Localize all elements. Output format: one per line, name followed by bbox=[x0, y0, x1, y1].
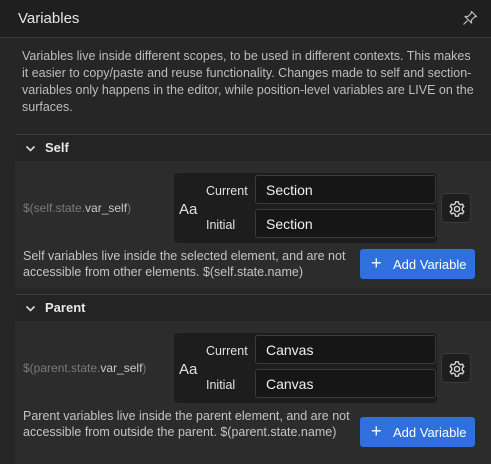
self-section: Self $(self.state.var_self) Aa Current S… bbox=[15, 134, 491, 288]
add-variable-label: Add Variable bbox=[393, 257, 467, 272]
chevron-down-icon[interactable] bbox=[25, 143, 36, 154]
self-section-title: Self bbox=[45, 140, 69, 155]
initial-label: Initial bbox=[206, 218, 236, 232]
parent-variable-box: Aa Current Canvas Initial Canvas bbox=[174, 333, 437, 403]
current-label: Current bbox=[206, 184, 248, 198]
parent-section: Parent $(parent.state.var_self) Aa Curre… bbox=[15, 294, 491, 464]
parent-initial-input[interactable]: Canvas bbox=[255, 369, 436, 398]
variables-panel: Variables Variables live inside differen… bbox=[0, 0, 491, 464]
self-variable-path: $(self.state.var_self) bbox=[23, 201, 132, 215]
parent-variable-path: $(parent.state.var_self) bbox=[23, 361, 147, 375]
pin-icon[interactable] bbox=[462, 10, 478, 26]
current-label: Current bbox=[206, 344, 248, 358]
parent-add-variable-button[interactable]: + Add Variable bbox=[360, 417, 475, 447]
parent-settings-button[interactable] bbox=[441, 353, 471, 383]
intro-text: Variables live inside different scopes, … bbox=[22, 49, 474, 114]
text-type-icon: Aa bbox=[179, 201, 198, 218]
parent-description: Parent variables live inside the parent … bbox=[23, 409, 350, 439]
self-description: Self variables live inside the selected … bbox=[23, 249, 346, 279]
initial-label: Initial bbox=[206, 378, 236, 392]
self-variable-box: Aa Current Section Initial Section bbox=[174, 173, 437, 243]
parent-section-title: Parent bbox=[45, 300, 86, 315]
panel-title: Variables bbox=[18, 10, 80, 27]
parent-current-input[interactable]: Canvas bbox=[255, 335, 436, 364]
gear-icon bbox=[449, 361, 465, 377]
plus-icon: + bbox=[371, 253, 382, 273]
parent-section-header[interactable]: Parent bbox=[15, 295, 491, 321]
panel-header: Variables bbox=[0, 0, 491, 38]
chevron-down-icon[interactable] bbox=[25, 303, 36, 314]
add-variable-label: Add Variable bbox=[393, 425, 467, 440]
plus-icon: + bbox=[371, 421, 382, 441]
self-add-variable-button[interactable]: + Add Variable bbox=[360, 249, 475, 279]
self-initial-input[interactable]: Section bbox=[255, 209, 436, 238]
self-current-input[interactable]: Section bbox=[255, 175, 436, 204]
text-type-icon: Aa bbox=[179, 361, 198, 378]
gear-icon bbox=[449, 201, 465, 217]
self-section-header[interactable]: Self bbox=[15, 135, 491, 161]
self-settings-button[interactable] bbox=[441, 193, 471, 223]
